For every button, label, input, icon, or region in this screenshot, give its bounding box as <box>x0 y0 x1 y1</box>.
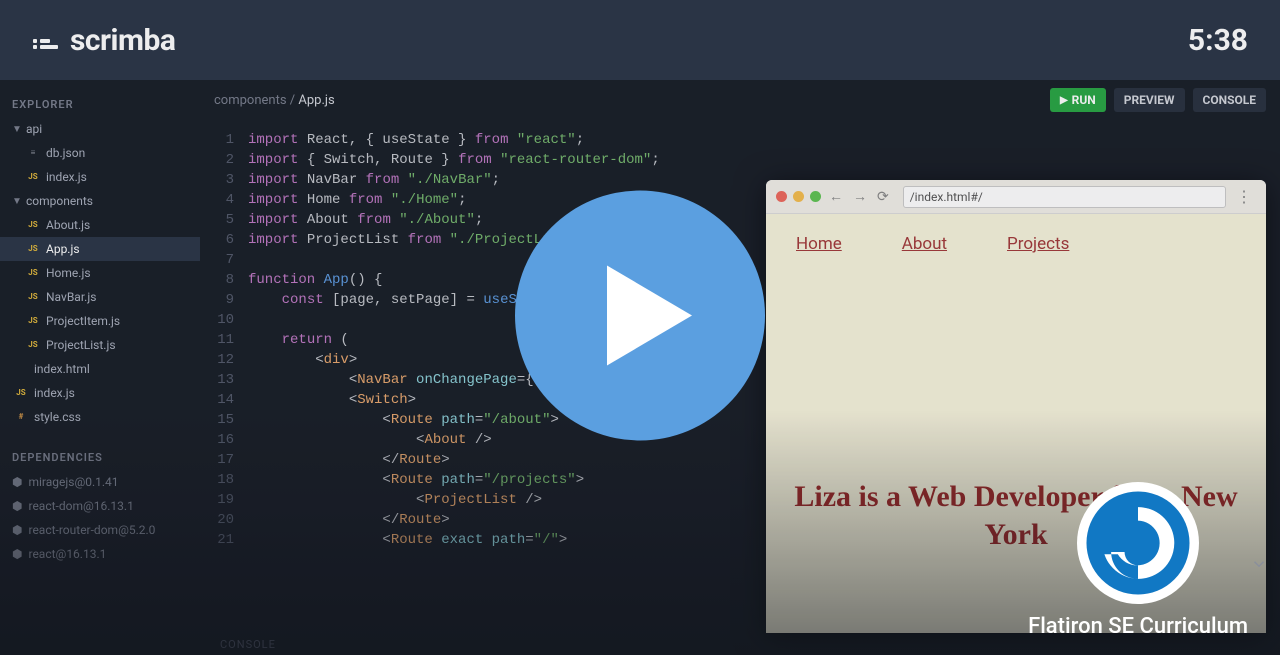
file-type-icon: JS <box>26 339 40 350</box>
sidebar: EXPLORER ▼api≡db.jsonJSindex.js▼componen… <box>0 80 200 655</box>
code-line: 1import React, { useState } from "react"… <box>200 130 1280 150</box>
reload-icon[interactable]: ⟳ <box>875 189 891 205</box>
line-number: 20 <box>200 510 248 530</box>
package-icon: ⬢ <box>12 499 22 513</box>
play-icon: ▶ <box>1060 95 1068 106</box>
line-number: 19 <box>200 490 248 510</box>
file-type-icon: JS <box>14 387 28 398</box>
file-type-icon: JS <box>26 291 40 302</box>
file-type-icon: JS <box>26 171 40 182</box>
file-item[interactable]: JSApp.js <box>0 237 200 261</box>
nav-projects[interactable]: Projects <box>1007 234 1069 254</box>
back-icon[interactable]: ← <box>827 188 845 205</box>
file-item[interactable]: JSProjectItem.js <box>0 309 200 333</box>
dependency-item[interactable]: ⬢react-router-dom@5.2.0 <box>0 518 200 542</box>
logo[interactable]: scrimba <box>32 23 175 58</box>
line-number: 2 <box>200 150 248 170</box>
file-item[interactable]: JSNavBar.js <box>0 285 200 309</box>
line-number: 11 <box>200 330 248 350</box>
line-number: 1 <box>200 130 248 150</box>
topbar: components / App.js ▶RUN PREVIEW CONSOLE <box>200 80 1280 120</box>
play-video-button[interactable] <box>515 190 765 440</box>
dependency-item[interactable]: ⬢react@16.13.1 <box>0 542 200 566</box>
breadcrumb-current: App.js <box>298 93 334 108</box>
file-item[interactable]: JSProjectList.js <box>0 333 200 357</box>
url-bar[interactable]: /index.html#/ <box>903 186 1226 208</box>
line-number: 15 <box>200 410 248 430</box>
header: scrimba 5:38 <box>0 0 1280 80</box>
line-number: 12 <box>200 350 248 370</box>
breadcrumb-path: components / <box>214 93 298 108</box>
preview-button[interactable]: PREVIEW <box>1114 88 1185 112</box>
folder-api[interactable]: ▼api <box>0 117 200 141</box>
window-close-icon[interactable] <box>776 191 787 202</box>
line-number: 7 <box>200 250 248 270</box>
code-line: 2import { Switch, Route } from "react-ro… <box>200 150 1280 170</box>
presenter: Flatiron SE Curriculum <box>1028 482 1248 639</box>
package-icon: ⬢ <box>12 523 22 537</box>
console-button[interactable]: CONSOLE <box>1193 88 1267 112</box>
caret-down-icon: ▼ <box>12 124 20 135</box>
line-number: 4 <box>200 190 248 210</box>
file-item[interactable]: JSHome.js <box>0 261 200 285</box>
avatar[interactable] <box>1077 482 1199 604</box>
explorer-heading: EXPLORER <box>0 92 200 117</box>
logo-text: scrimba <box>70 23 175 58</box>
line-number: 13 <box>200 370 248 390</box>
dependency-item[interactable]: ⬢miragejs@0.1.41 <box>0 470 200 494</box>
file-item[interactable]: JSindex.js <box>0 381 200 405</box>
nav-home[interactable]: Home <box>796 234 842 254</box>
forward-icon[interactable]: → <box>851 188 869 205</box>
file-type-icon: JS <box>26 267 40 278</box>
line-number: 14 <box>200 390 248 410</box>
line-number: 21 <box>200 530 248 550</box>
run-button[interactable]: ▶RUN <box>1050 88 1106 112</box>
file-type-icon: JS <box>26 243 40 254</box>
package-icon: ⬢ <box>12 475 22 489</box>
browser-chrome: ← → ⟳ /index.html#/ ⋮ <box>766 180 1266 214</box>
dependency-item[interactable]: ⬢react-dom@16.13.1 <box>0 494 200 518</box>
line-number: 3 <box>200 170 248 190</box>
line-number: 18 <box>200 470 248 490</box>
caret-down-icon: ▼ <box>12 196 20 207</box>
file-item[interactable]: #style.css <box>0 405 200 429</box>
file-type-icon: ≡ <box>26 147 40 158</box>
nav-about[interactable]: About <box>902 234 947 254</box>
deps-heading: DEPENDENCIES <box>0 445 200 470</box>
video-time: 5:38 <box>1188 23 1248 58</box>
package-icon: ⬢ <box>12 547 22 561</box>
line-number: 9 <box>200 290 248 310</box>
line-number: 8 <box>200 270 248 290</box>
presenter-name: Flatiron SE Curriculum <box>1028 614 1248 639</box>
breadcrumb: components / App.js <box>214 93 335 108</box>
line-number: 16 <box>200 430 248 450</box>
play-triangle-icon <box>607 265 692 365</box>
chevron-down-icon[interactable] <box>1250 555 1268 577</box>
file-type-icon: JS <box>26 315 40 326</box>
file-type-icon: # <box>14 411 28 422</box>
kebab-icon[interactable]: ⋮ <box>1232 187 1256 206</box>
file-item[interactable]: ≡db.json <box>0 141 200 165</box>
nav-links: Home About Projects <box>766 214 1266 274</box>
line-number: 6 <box>200 230 248 250</box>
file-type-icon: JS <box>26 219 40 230</box>
file-item[interactable]: JSAbout.js <box>0 213 200 237</box>
logo-icon <box>32 29 60 51</box>
window-max-icon[interactable] <box>810 191 821 202</box>
file-item[interactable]: index.html <box>0 357 200 381</box>
file-item[interactable]: JSindex.js <box>0 165 200 189</box>
window-min-icon[interactable] <box>793 191 804 202</box>
line-number: 10 <box>200 310 248 330</box>
line-number: 5 <box>200 210 248 230</box>
folder-components[interactable]: ▼components <box>0 189 200 213</box>
line-number: 17 <box>200 450 248 470</box>
action-buttons: ▶RUN PREVIEW CONSOLE <box>1050 88 1266 112</box>
